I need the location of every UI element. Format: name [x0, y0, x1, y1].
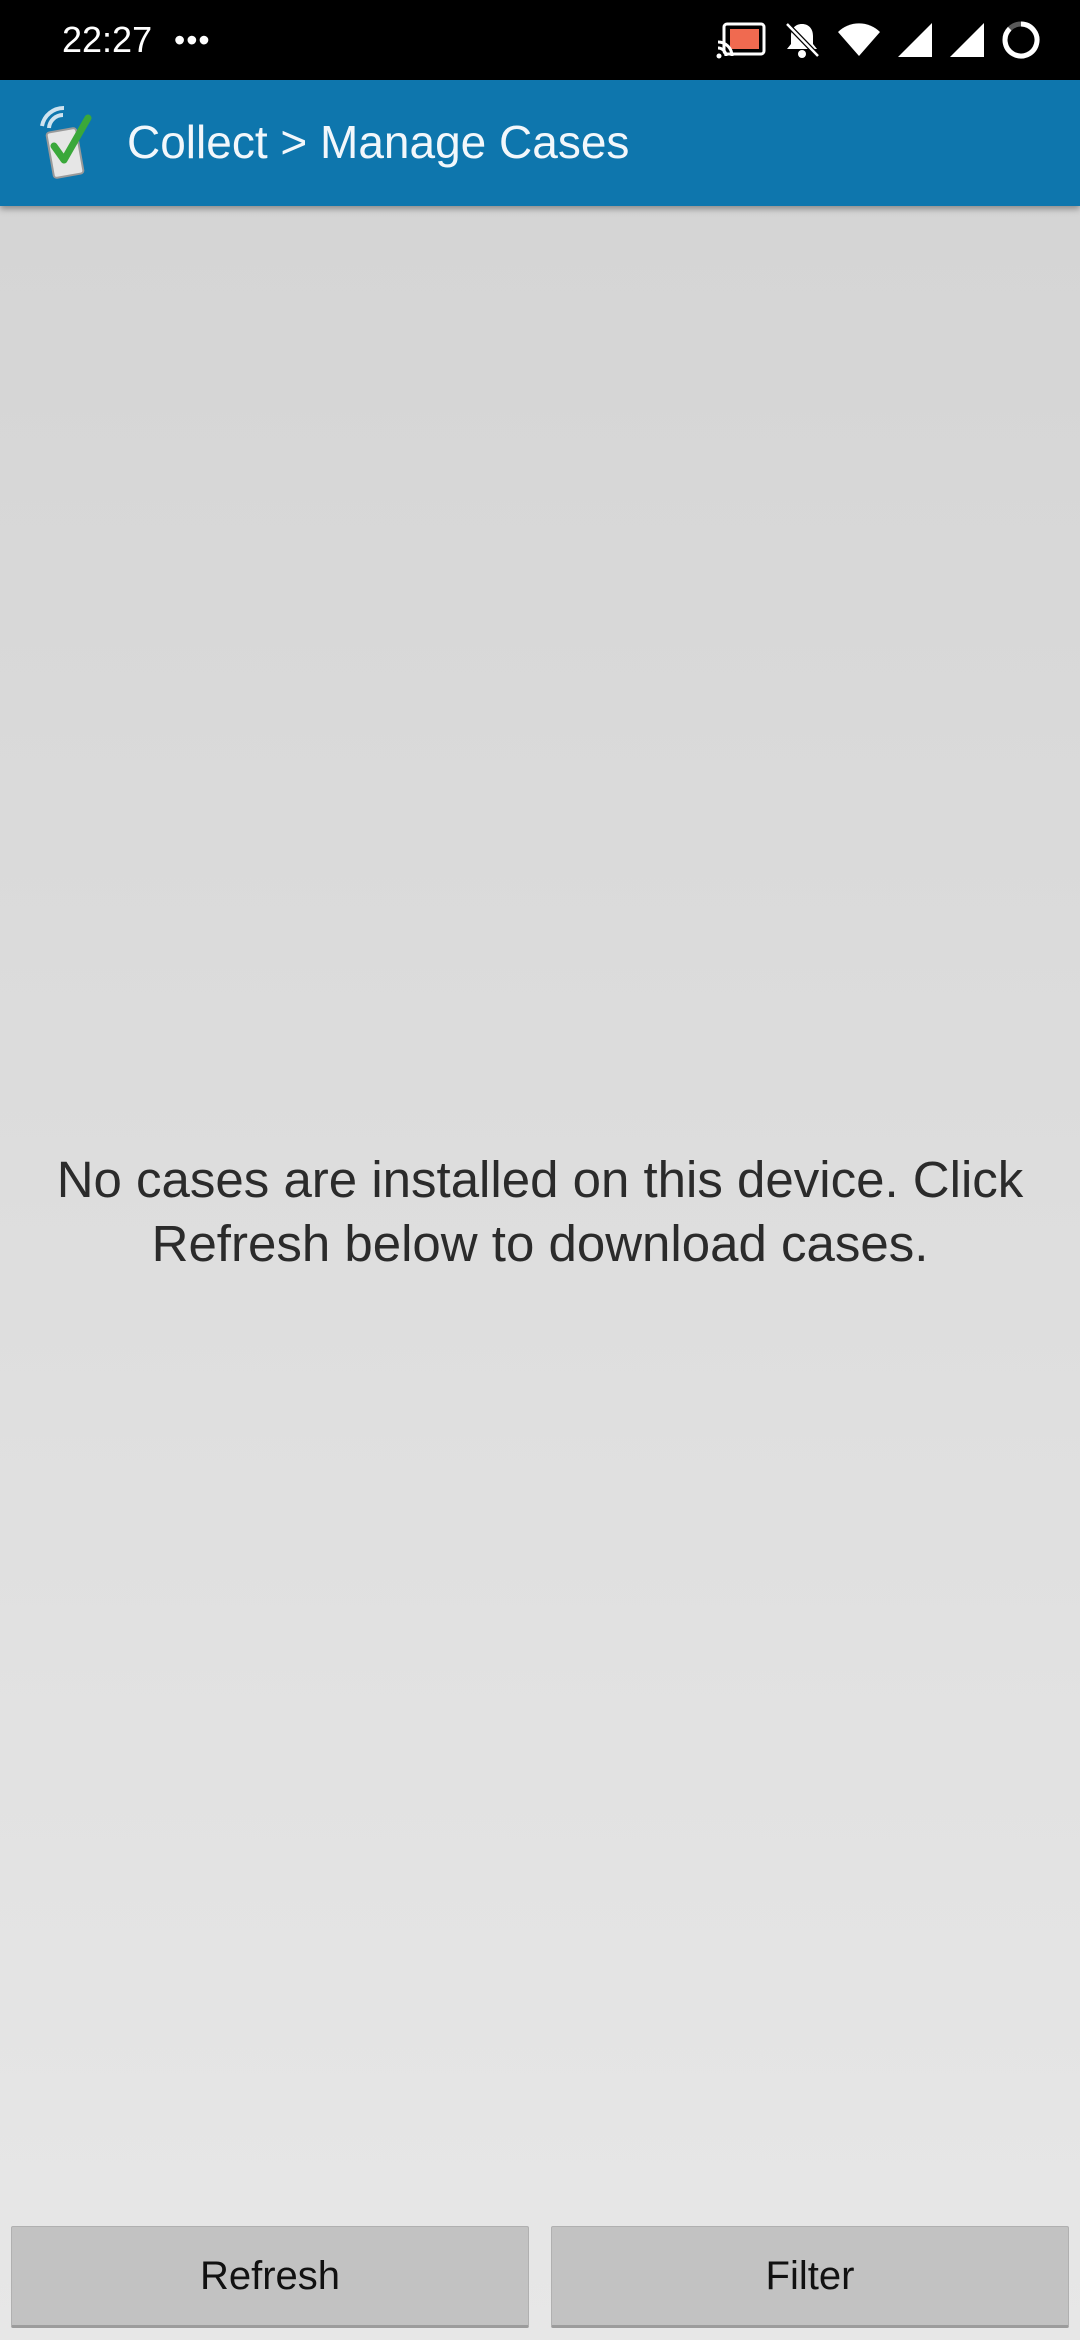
empty-state-message: No cases are installed on this device. C…	[56, 1151, 1024, 1272]
cast-icon	[716, 22, 766, 59]
filter-button[interactable]: Filter	[551, 2226, 1069, 2328]
status-time: 22:27	[62, 19, 153, 60]
manage-cases-screen: 22:27 ••• Collect > Manage Cases No case…	[0, 0, 1080, 2340]
app-bar: Collect > Manage Cases	[0, 80, 1080, 206]
bell-off-icon	[785, 22, 820, 58]
notification-dots: •••	[174, 22, 211, 58]
collect-checkmark-logo	[40, 105, 92, 179]
status-bar: 22:27 •••	[0, 0, 1080, 80]
battery-ring-icon	[1002, 21, 1040, 59]
status-icons	[716, 16, 1042, 64]
signal-icon-2	[950, 23, 984, 57]
wifi-icon	[838, 23, 880, 56]
page-title: Collect > Manage Cases	[127, 116, 630, 168]
refresh-button[interactable]: Refresh	[11, 2226, 529, 2328]
signal-icon	[898, 23, 932, 57]
